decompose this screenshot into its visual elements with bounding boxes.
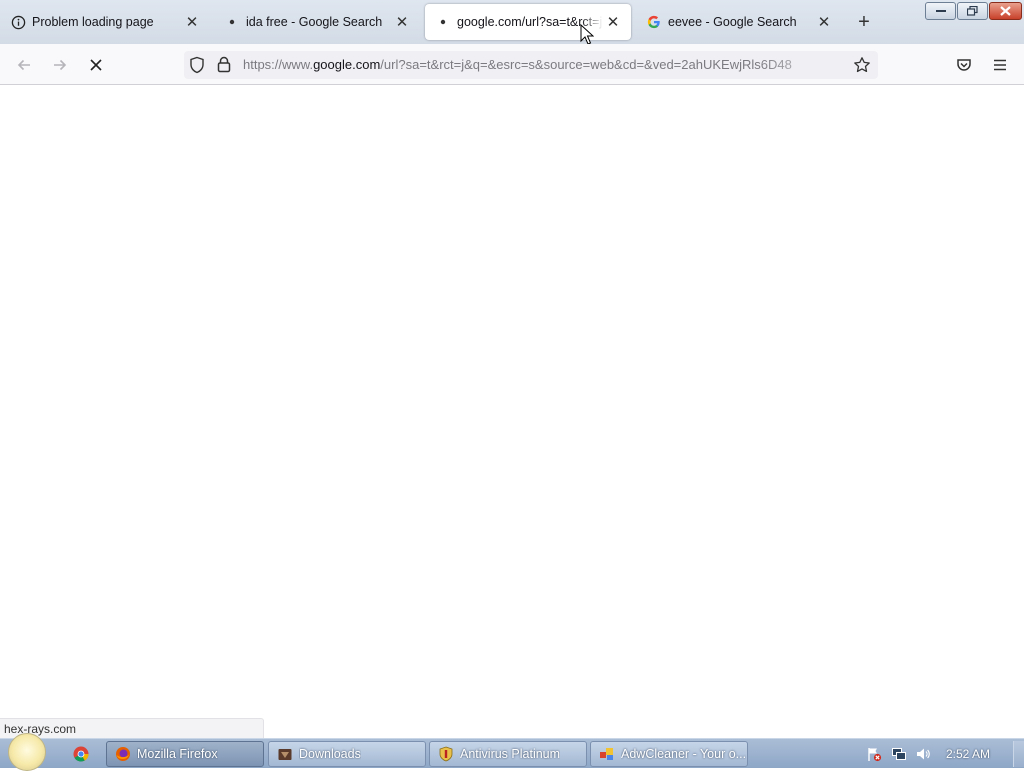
folder-icon (277, 746, 293, 762)
pocket-button[interactable] (950, 52, 978, 78)
close-icon[interactable]: ✕ (814, 12, 834, 32)
clock[interactable]: 2:52 AM (946, 747, 990, 761)
taskbar-item-label: Downloads (299, 747, 361, 761)
hamburger-menu-icon (994, 59, 1006, 71)
url-path: /url?sa=t&rct=j&q=&esrc=s&source=web&cd=… (380, 57, 792, 72)
close-icon (1000, 6, 1011, 16)
back-button[interactable] (10, 52, 38, 78)
minimize-button[interactable] (925, 2, 956, 20)
minimize-icon (935, 10, 946, 12)
google-g-icon (646, 14, 662, 30)
taskbar-item-adwcleaner[interactable]: AdwCleaner - Your o... (590, 741, 748, 767)
show-desktop-button[interactable] (1013, 741, 1024, 767)
forward-arrow-icon (54, 59, 67, 71)
close-icon[interactable]: ✕ (392, 12, 412, 32)
start-button[interactable] (8, 733, 46, 771)
stop-icon (90, 59, 102, 71)
lock-icon[interactable] (217, 56, 231, 76)
tab-eevee[interactable]: eevee - Google Search ✕ (636, 4, 842, 40)
menu-button[interactable] (986, 52, 1014, 78)
url-prefix: https://www. (243, 57, 314, 72)
taskbar-item-label: Antivirus Platinum (460, 747, 561, 761)
new-tab-button[interactable]: + (852, 11, 876, 33)
tab-title: Problem loading page (32, 15, 154, 29)
tab-strip: Problem loading page ✕ ida free - Google… (0, 0, 1024, 45)
stop-loading-button[interactable] (82, 52, 110, 78)
windows-taskbar: Mozilla Firefox Downloads Antivirus Plat… (0, 733, 1024, 771)
bookmark-star-icon[interactable] (853, 56, 871, 77)
tab-google-url[interactable]: google.com/url?sa=t&rct=j ✕ (425, 4, 631, 40)
restore-button[interactable] (957, 2, 988, 20)
chrome-icon[interactable] (73, 746, 89, 765)
mouse-cursor-icon (580, 24, 594, 45)
taskbar-item-antivirus-platinum[interactable]: Antivirus Platinum (429, 741, 587, 767)
navigation-toolbar: https://www.google.com/url?sa=t&rct=j&q=… (0, 44, 1024, 85)
status-link-tooltip: hex-rays.com (0, 718, 264, 738)
network-icon[interactable] (891, 746, 907, 762)
volume-icon[interactable] (915, 746, 931, 762)
action-center-flag-icon[interactable] (866, 746, 882, 762)
pocket-icon (957, 59, 971, 71)
close-icon[interactable]: ✕ (182, 12, 202, 32)
page-content (0, 85, 1024, 738)
window-close-button[interactable] (989, 2, 1022, 20)
close-icon[interactable]: ✕ (603, 12, 623, 32)
tab-problem-loading[interactable]: Problem loading page ✕ (0, 4, 210, 40)
tab-title: eevee - Google Search (668, 15, 797, 29)
url-bar[interactable]: https://www.google.com/url?sa=t&rct=j&q=… (184, 51, 878, 79)
loading-dot-icon (435, 14, 451, 30)
url-text[interactable]: https://www.google.com/url?sa=t&rct=j&q=… (243, 57, 848, 72)
firefox-icon (115, 746, 131, 762)
taskbar-item-label: AdwCleaner - Your o... (621, 747, 747, 761)
back-arrow-icon (17, 59, 30, 71)
restore-icon (967, 6, 978, 16)
tab-title: ida free - Google Search (246, 15, 383, 29)
taskbar-item-label: Mozilla Firefox (137, 747, 218, 761)
taskbar-item-downloads[interactable]: Downloads (268, 741, 426, 767)
url-domain: google.com (313, 57, 381, 72)
taskbar-item-firefox[interactable]: Mozilla Firefox (106, 741, 264, 767)
shield-icon (438, 746, 454, 762)
forward-button[interactable] (46, 52, 74, 78)
info-icon (10, 14, 26, 30)
loading-dot-icon (224, 14, 240, 30)
tab-ida-free[interactable]: ida free - Google Search ✕ (214, 4, 420, 40)
tracking-protection-shield-icon[interactable] (189, 56, 205, 77)
adwcleaner-icon (599, 746, 615, 762)
